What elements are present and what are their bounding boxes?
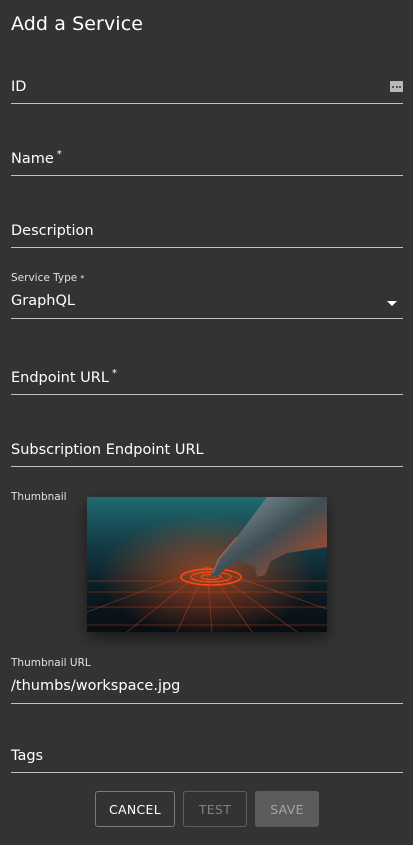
subscription-endpoint-url-underline — [11, 466, 403, 467]
endpoint-url-label: Endpoint URL * — [11, 368, 117, 386]
tags-field[interactable]: Tags — [11, 739, 403, 773]
required-mark: * — [80, 274, 85, 283]
service-type-label-text: Service Type — [11, 272, 78, 284]
subscription-endpoint-url-field[interactable]: Subscription Endpoint URL — [11, 433, 403, 467]
thumbnail-image[interactable] — [87, 497, 327, 632]
subscription-endpoint-url-placeholder: Subscription Endpoint URL — [11, 442, 204, 458]
thumbnail-url-value: /thumbs/workspace.jpg — [11, 678, 181, 694]
thumbnail-url-field[interactable]: Thumbnail URL /thumbs/workspace.jpg — [11, 655, 403, 704]
name-underline — [11, 175, 403, 176]
caret-down-icon[interactable] — [387, 301, 397, 306]
description-field[interactable]: Description — [11, 214, 403, 248]
more-dots-icon[interactable] — [390, 81, 403, 92]
description-placeholder: Description — [11, 223, 94, 239]
name-field[interactable]: Name * — [11, 142, 403, 176]
required-mark: * — [56, 149, 62, 161]
cancel-button[interactable]: CANCEL — [95, 791, 175, 827]
test-button[interactable]: TEST — [183, 791, 247, 827]
id-placeholder: ID — [11, 79, 27, 95]
endpoint-url-placeholder: Endpoint URL — [11, 370, 109, 386]
service-type-value: GraphQL — [11, 293, 75, 309]
description-underline — [11, 247, 403, 248]
service-type-underline — [11, 318, 403, 319]
id-field[interactable]: ID — [11, 70, 403, 104]
required-mark: * — [111, 368, 117, 380]
thumbnail-url-underline — [11, 703, 403, 704]
tags-placeholder: Tags — [11, 748, 44, 764]
add-service-dialog: Add a Service ID Name * Description Servi… — [0, 0, 413, 845]
endpoint-url-field[interactable]: Endpoint URL * — [11, 361, 403, 395]
thumbnail-label: Thumbnail — [11, 491, 67, 503]
thumbnail-illustration — [87, 497, 327, 632]
save-button[interactable]: SAVE — [255, 791, 319, 827]
name-label: Name * — [11, 149, 62, 167]
dialog-title: Add a Service — [11, 13, 144, 35]
thumbnail-url-label: Thumbnail URL — [11, 657, 91, 669]
name-placeholder: Name — [11, 151, 54, 167]
id-underline — [11, 103, 403, 104]
service-type-select[interactable]: Service Type * GraphQL — [11, 270, 403, 319]
service-type-label: Service Type * — [11, 272, 84, 284]
endpoint-url-underline — [11, 394, 403, 395]
tags-underline — [11, 772, 403, 773]
